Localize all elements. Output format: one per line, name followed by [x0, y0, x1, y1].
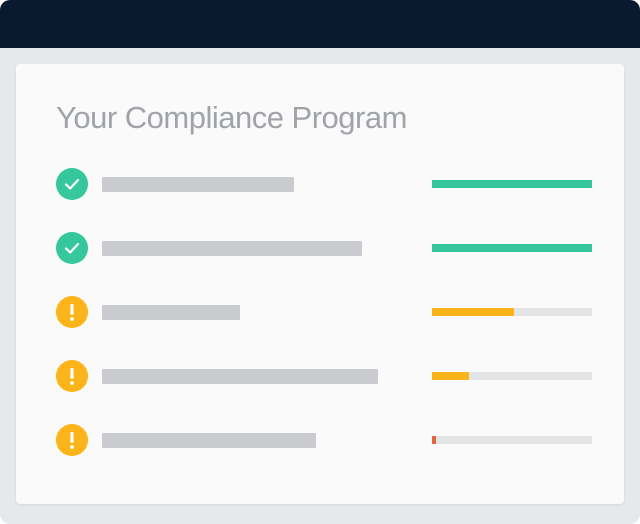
progress-bar [432, 180, 592, 188]
exclamation-icon [56, 424, 88, 456]
item-label-placeholder [102, 305, 240, 320]
progress-fill [432, 436, 436, 444]
checkmark-icon [56, 232, 88, 264]
page-title: Your Compliance Program [56, 100, 407, 135]
compliance-item[interactable] [56, 168, 592, 200]
app-window: Your Compliance Program [0, 0, 640, 524]
compliance-program-card: Your Compliance Program [16, 64, 624, 504]
progress-fill [432, 372, 469, 380]
progress-bar [432, 436, 592, 444]
progress-fill [432, 180, 592, 188]
item-label-placeholder [102, 369, 378, 384]
progress-bar [432, 308, 592, 316]
progress-fill [432, 308, 514, 316]
window-titlebar [0, 0, 640, 48]
compliance-item[interactable] [56, 424, 592, 456]
compliance-item[interactable] [56, 232, 592, 264]
exclamation-icon [56, 360, 88, 392]
item-label-placeholder [102, 177, 294, 192]
compliance-item[interactable] [56, 360, 592, 392]
checkmark-icon [56, 168, 88, 200]
item-label-placeholder [102, 241, 362, 256]
progress-bar [432, 372, 592, 380]
progress-bar [432, 244, 592, 252]
progress-fill [432, 244, 592, 252]
item-label-placeholder [102, 433, 316, 448]
compliance-item[interactable] [56, 296, 592, 328]
exclamation-icon [56, 296, 88, 328]
